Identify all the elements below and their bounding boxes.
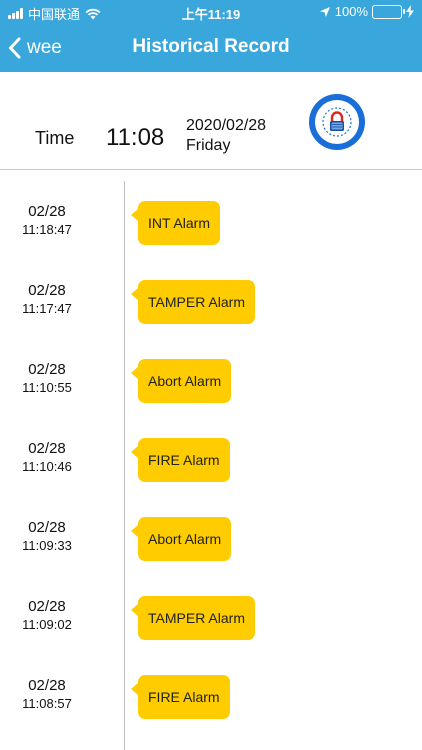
table-row: 02/28 11:17:47 TAMPER Alarm bbox=[0, 250, 422, 329]
date-value: 2020/02/28 bbox=[186, 117, 267, 134]
record-date: 02/28 bbox=[28, 677, 66, 694]
record-time: 11:09:02 bbox=[22, 617, 72, 632]
lock-status-button[interactable] bbox=[309, 94, 365, 150]
table-row: 02/28 11:10:55 Abort Alarm bbox=[0, 329, 422, 408]
record-date: 02/28 bbox=[28, 282, 66, 299]
alarm-bubble: Abort Alarm bbox=[130, 517, 232, 561]
alarm-bubble: FIRE Alarm bbox=[131, 438, 230, 482]
charging-bolt-icon bbox=[406, 5, 414, 18]
record-time: 11:18:47 bbox=[22, 222, 72, 237]
alarm-bubble: TAMPER Alarm bbox=[131, 596, 255, 640]
weekday-value: Friday bbox=[186, 137, 231, 154]
record-date: 02/28 bbox=[28, 440, 66, 457]
battery-icon bbox=[372, 4, 405, 19]
record-header: Time 11:08 2020/02/28 Friday bbox=[0, 72, 422, 170]
page-title: Historical Record bbox=[132, 36, 290, 57]
alarm-bubble: TAMPER Alarm bbox=[131, 280, 255, 324]
record-date: 02/28 bbox=[28, 519, 66, 536]
table-row: 02/28 11:10:46 FIRE Alarm bbox=[0, 408, 422, 487]
alarm-bubble: FIRE Alarm bbox=[131, 675, 230, 719]
record-time: 11:08:57 bbox=[22, 696, 72, 711]
time-value: 11:08 bbox=[106, 124, 165, 151]
location-arrow-icon bbox=[319, 6, 330, 17]
top-bar: 中国联通 上午11:19 100% wee Historical Record bbox=[0, 0, 422, 72]
record-date: 02/28 bbox=[28, 598, 66, 615]
record-time: 11:09:33 bbox=[22, 538, 72, 553]
table-row: 02/28 11:08:57 FIRE Alarm bbox=[0, 645, 422, 724]
record-time: 11:10:55 bbox=[22, 380, 72, 395]
navigation-bar: wee Historical Record bbox=[0, 24, 422, 72]
record-date: 02/28 bbox=[28, 361, 66, 378]
battery-percent: 100% bbox=[334, 4, 368, 19]
alarm-bubble: INT Alarm bbox=[131, 201, 220, 245]
record-date: 02/28 bbox=[28, 203, 66, 220]
record-timeline[interactable]: 02/28 11:18:47 INT Alarm 02/28 11:17:47 … bbox=[0, 171, 422, 750]
table-row: 02/28 11:18:47 INT Alarm bbox=[0, 171, 422, 250]
table-row: 02/28 11:09:33 Abort Alarm bbox=[0, 487, 422, 566]
date-block: 2020/02/28 Friday bbox=[186, 116, 266, 156]
time-label: Time bbox=[35, 128, 75, 148]
record-time: 11:17:47 bbox=[22, 301, 72, 316]
alarm-bubble: Abort Alarm bbox=[130, 359, 232, 403]
table-row: 02/28 11:09:02 TAMPER Alarm bbox=[0, 566, 422, 645]
status-bar: 中国联通 上午11:19 100% bbox=[0, 0, 422, 24]
record-time: 11:10:46 bbox=[22, 459, 72, 474]
padlock-icon bbox=[322, 107, 352, 137]
